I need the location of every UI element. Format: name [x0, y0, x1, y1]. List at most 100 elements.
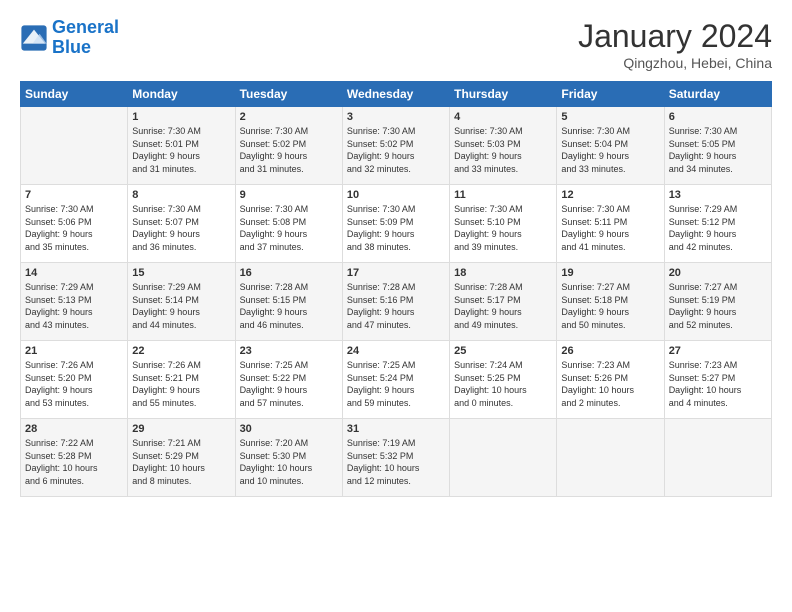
day-info: Sunrise: 7:24 AM Sunset: 5:25 PM Dayligh…	[454, 359, 552, 409]
day-number: 20	[669, 267, 767, 279]
day-number: 18	[454, 267, 552, 279]
day-number: 29	[132, 423, 230, 435]
day-number: 22	[132, 345, 230, 357]
day-cell: 26 Sunrise: 7:23 AM Sunset: 5:26 PM Dayli…	[557, 341, 664, 419]
day-info: Sunrise: 7:20 AM Sunset: 5:30 PM Dayligh…	[240, 437, 338, 487]
day-cell: 10 Sunrise: 7:30 AM Sunset: 5:09 PM Dayli…	[342, 185, 449, 263]
col-monday: Monday	[128, 82, 235, 107]
day-info: Sunrise: 7:30 AM Sunset: 5:11 PM Dayligh…	[561, 203, 659, 253]
header: General Blue January 2024 Qingzhou, Hebe…	[20, 18, 772, 71]
day-info: Sunrise: 7:30 AM Sunset: 5:09 PM Dayligh…	[347, 203, 445, 253]
day-info: Sunrise: 7:23 AM Sunset: 5:26 PM Dayligh…	[561, 359, 659, 409]
day-cell: 18 Sunrise: 7:28 AM Sunset: 5:17 PM Dayli…	[450, 263, 557, 341]
day-cell: 20 Sunrise: 7:27 AM Sunset: 5:19 PM Dayli…	[664, 263, 771, 341]
day-number: 2	[240, 111, 338, 123]
location: Qingzhou, Hebei, China	[578, 55, 772, 71]
day-number: 7	[25, 189, 123, 201]
logo-text: General Blue	[52, 18, 119, 58]
day-cell: 28 Sunrise: 7:22 AM Sunset: 5:28 PM Dayli…	[21, 419, 128, 497]
day-number: 10	[347, 189, 445, 201]
logo-blue: Blue	[52, 37, 91, 57]
day-number: 11	[454, 189, 552, 201]
col-thursday: Thursday	[450, 82, 557, 107]
day-info: Sunrise: 7:30 AM Sunset: 5:04 PM Dayligh…	[561, 125, 659, 175]
day-number: 14	[25, 267, 123, 279]
day-info: Sunrise: 7:30 AM Sunset: 5:07 PM Dayligh…	[132, 203, 230, 253]
day-info: Sunrise: 7:30 AM Sunset: 5:05 PM Dayligh…	[669, 125, 767, 175]
col-wednesday: Wednesday	[342, 82, 449, 107]
day-cell: 5 Sunrise: 7:30 AM Sunset: 5:04 PM Daylig…	[557, 107, 664, 185]
day-info: Sunrise: 7:27 AM Sunset: 5:19 PM Dayligh…	[669, 281, 767, 331]
week-row-5: 28 Sunrise: 7:22 AM Sunset: 5:28 PM Dayli…	[21, 419, 772, 497]
week-row-2: 7Sunrise: 7:30 AM Sunset: 5:06 PM Daylig…	[21, 185, 772, 263]
day-number: 5	[561, 111, 659, 123]
day-info: Sunrise: 7:30 AM Sunset: 5:08 PM Dayligh…	[240, 203, 338, 253]
day-number: 23	[240, 345, 338, 357]
day-info: Sunrise: 7:21 AM Sunset: 5:29 PM Dayligh…	[132, 437, 230, 487]
day-info: Sunrise: 7:26 AM Sunset: 5:20 PM Dayligh…	[25, 359, 123, 409]
day-cell: 9 Sunrise: 7:30 AM Sunset: 5:08 PM Daylig…	[235, 185, 342, 263]
month-title: January 2024	[578, 18, 772, 55]
day-cell: 25 Sunrise: 7:24 AM Sunset: 5:25 PM Dayli…	[450, 341, 557, 419]
logo-icon	[20, 24, 48, 52]
day-number: 25	[454, 345, 552, 357]
page: General Blue January 2024 Qingzhou, Hebe…	[0, 0, 792, 507]
day-number: 28	[25, 423, 123, 435]
col-friday: Friday	[557, 82, 664, 107]
day-info: Sunrise: 7:29 AM Sunset: 5:14 PM Dayligh…	[132, 281, 230, 331]
day-cell: 11Sunrise: 7:30 AM Sunset: 5:10 PM Dayli…	[450, 185, 557, 263]
col-sunday: Sunday	[21, 82, 128, 107]
day-info: Sunrise: 7:23 AM Sunset: 5:27 PM Dayligh…	[669, 359, 767, 409]
day-number: 8	[132, 189, 230, 201]
day-cell	[450, 419, 557, 497]
day-info: Sunrise: 7:30 AM Sunset: 5:03 PM Dayligh…	[454, 125, 552, 175]
logo-general: General	[52, 17, 119, 37]
day-cell: 19Sunrise: 7:27 AM Sunset: 5:18 PM Dayli…	[557, 263, 664, 341]
day-cell: 7Sunrise: 7:30 AM Sunset: 5:06 PM Daylig…	[21, 185, 128, 263]
day-cell: 24 Sunrise: 7:25 AM Sunset: 5:24 PM Dayli…	[342, 341, 449, 419]
col-saturday: Saturday	[664, 82, 771, 107]
day-cell: 2 Sunrise: 7:30 AM Sunset: 5:02 PM Daylig…	[235, 107, 342, 185]
day-info: Sunrise: 7:30 AM Sunset: 5:02 PM Dayligh…	[347, 125, 445, 175]
day-number: 21	[25, 345, 123, 357]
day-cell: 27 Sunrise: 7:23 AM Sunset: 5:27 PM Dayli…	[664, 341, 771, 419]
day-info: Sunrise: 7:28 AM Sunset: 5:17 PM Dayligh…	[454, 281, 552, 331]
day-cell: 14Sunrise: 7:29 AM Sunset: 5:13 PM Dayli…	[21, 263, 128, 341]
day-info: Sunrise: 7:28 AM Sunset: 5:16 PM Dayligh…	[347, 281, 445, 331]
day-cell: 21 Sunrise: 7:26 AM Sunset: 5:20 PM Dayli…	[21, 341, 128, 419]
day-cell: 3Sunrise: 7:30 AM Sunset: 5:02 PM Daylig…	[342, 107, 449, 185]
day-number: 9	[240, 189, 338, 201]
day-info: Sunrise: 7:26 AM Sunset: 5:21 PM Dayligh…	[132, 359, 230, 409]
day-info: Sunrise: 7:25 AM Sunset: 5:24 PM Dayligh…	[347, 359, 445, 409]
day-cell: 30 Sunrise: 7:20 AM Sunset: 5:30 PM Dayli…	[235, 419, 342, 497]
header-row: Sunday Monday Tuesday Wednesday Thursday…	[21, 82, 772, 107]
day-info: Sunrise: 7:22 AM Sunset: 5:28 PM Dayligh…	[25, 437, 123, 487]
day-cell	[557, 419, 664, 497]
day-cell: 1Sunrise: 7:30 AM Sunset: 5:01 PM Daylig…	[128, 107, 235, 185]
day-number: 15	[132, 267, 230, 279]
day-info: Sunrise: 7:30 AM Sunset: 5:02 PM Dayligh…	[240, 125, 338, 175]
day-number: 31	[347, 423, 445, 435]
day-number: 13	[669, 189, 767, 201]
day-number: 24	[347, 345, 445, 357]
day-number: 27	[669, 345, 767, 357]
day-info: Sunrise: 7:29 AM Sunset: 5:12 PM Dayligh…	[669, 203, 767, 253]
day-cell: 31 Sunrise: 7:19 AM Sunset: 5:32 PM Dayli…	[342, 419, 449, 497]
week-row-3: 14Sunrise: 7:29 AM Sunset: 5:13 PM Dayli…	[21, 263, 772, 341]
day-info: Sunrise: 7:19 AM Sunset: 5:32 PM Dayligh…	[347, 437, 445, 487]
day-cell: 22 Sunrise: 7:26 AM Sunset: 5:21 PM Dayli…	[128, 341, 235, 419]
day-number: 6	[669, 111, 767, 123]
day-cell	[21, 107, 128, 185]
calendar-table: Sunday Monday Tuesday Wednesday Thursday…	[20, 81, 772, 497]
day-number: 30	[240, 423, 338, 435]
day-cell: 8 Sunrise: 7:30 AM Sunset: 5:07 PM Daylig…	[128, 185, 235, 263]
day-number: 4	[454, 111, 552, 123]
week-row-1: 1Sunrise: 7:30 AM Sunset: 5:01 PM Daylig…	[21, 107, 772, 185]
title-area: January 2024 Qingzhou, Hebei, China	[578, 18, 772, 71]
day-number: 17	[347, 267, 445, 279]
day-cell: 15 Sunrise: 7:29 AM Sunset: 5:14 PM Dayli…	[128, 263, 235, 341]
day-number: 26	[561, 345, 659, 357]
day-number: 12	[561, 189, 659, 201]
logo: General Blue	[20, 18, 119, 58]
day-cell: 23Sunrise: 7:25 AM Sunset: 5:22 PM Dayli…	[235, 341, 342, 419]
